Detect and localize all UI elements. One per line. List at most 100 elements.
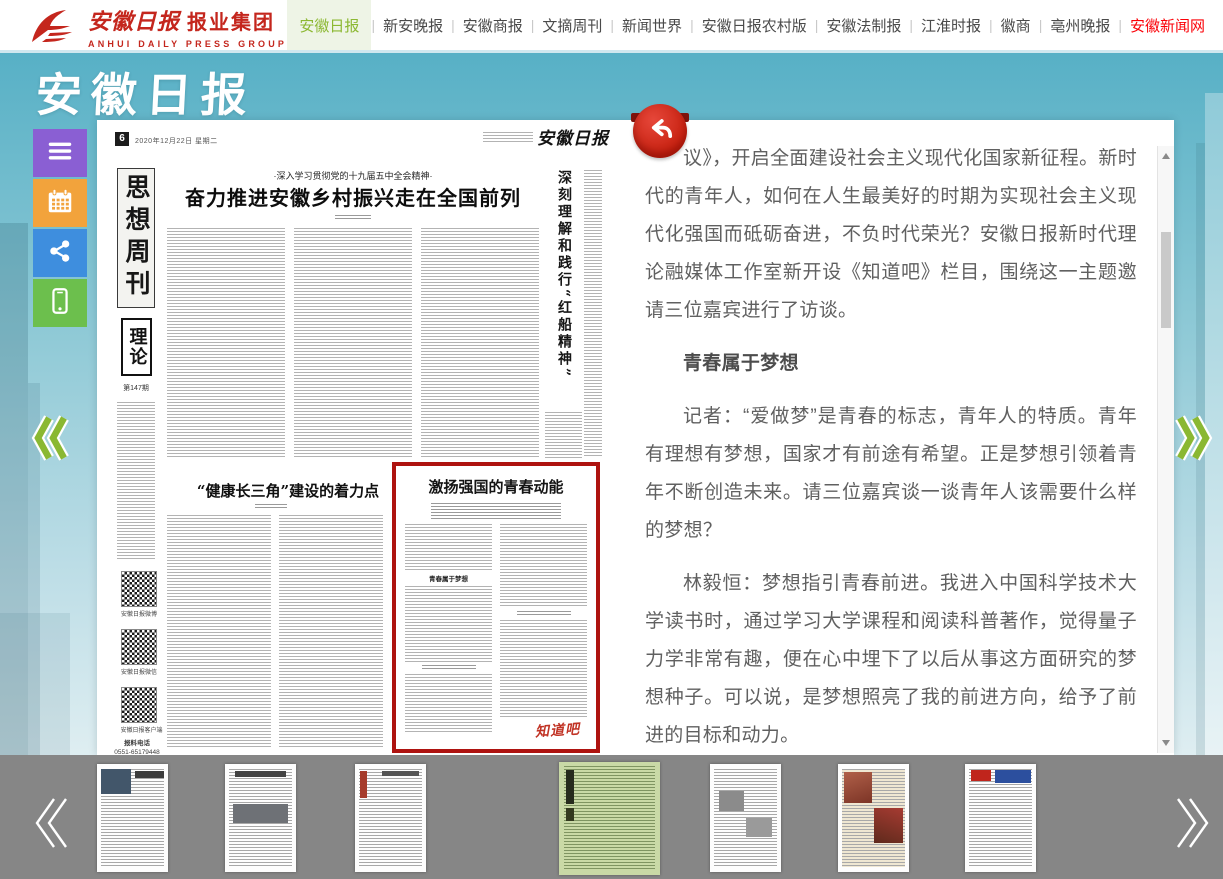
scroll-down-icon[interactable] — [1158, 735, 1174, 751]
thumbnail-page-preview — [842, 769, 905, 867]
prev-chevrons-icon — [32, 413, 68, 463]
article-scrollbar[interactable] — [1157, 146, 1174, 753]
qr-caption: 安徽日报微信 — [121, 666, 158, 675]
byline-block-2 — [255, 504, 287, 509]
calendar-icon — [45, 186, 75, 221]
qr-code-block: 安徽日报微信 — [119, 630, 159, 676]
page-thumbnail-2[interactable] — [225, 764, 296, 872]
sidebar-share-button[interactable] — [33, 229, 87, 277]
qr-code — [122, 572, 156, 606]
thumbnails-next-icon — [1172, 791, 1216, 855]
nav-item-5[interactable]: 新闻世界 — [614, 0, 690, 50]
back-button[interactable] — [631, 114, 689, 168]
nav-item-3[interactable]: 安徽商报 — [455, 0, 531, 50]
thumbnail-page-preview — [359, 769, 422, 867]
page-thumbnail-5[interactable] — [710, 764, 781, 872]
highlighted-article-box[interactable]: 激扬强国的青春动能 青春属于梦想 知 — [392, 462, 600, 753]
second-headline: “健康长三角”建设的着力点 — [167, 480, 409, 501]
qr-code — [122, 688, 156, 722]
page-thumbnail-6[interactable] — [838, 764, 909, 872]
thumbnails-prev-icon — [28, 791, 72, 855]
article-kicker: ·深入学习贯彻党的十九届五中全会精神· — [167, 169, 539, 182]
section-box-sixiang-zhoukan: 思想周刊 — [117, 168, 155, 308]
page-thumbnail-4-selected[interactable] — [559, 762, 660, 875]
qr-code — [122, 630, 156, 664]
sidebar-calendar-button[interactable] — [33, 179, 87, 227]
qr-caption: 安徽日报微博 — [121, 608, 158, 617]
nav-item-9[interactable]: 徽商 — [993, 0, 1039, 50]
nav-item-7[interactable]: 安徽法制报 — [818, 0, 909, 50]
article-subhead: 青春属于梦想 — [645, 345, 1137, 383]
nav-item-4[interactable]: 文摘周刊 — [534, 0, 610, 50]
nav-item-8[interactable]: 江淮时报 — [913, 0, 989, 50]
rail-text-block — [117, 402, 155, 560]
qr-caption: 安徽日报客户端 — [121, 724, 158, 733]
newspaper-page-image[interactable]: 6 2020年12月22日 星期二 安徽日报 思想周刊 理论 第147期 安徽日… — [97, 120, 620, 755]
page-thumbnail-7[interactable] — [965, 764, 1036, 872]
qr-code-block: 安徽日报客户端 — [119, 688, 159, 734]
article-columns-bottom — [167, 515, 383, 748]
nav-item-1[interactable]: 安徽日报 — [287, 0, 371, 50]
article-column-right-lower — [545, 412, 582, 458]
next-chevrons-icon — [1176, 413, 1212, 463]
issue-number: 第147期 — [113, 383, 159, 393]
nav-item-11[interactable]: 安徽新闻网 — [1122, 0, 1213, 50]
thumbnail-page-preview — [714, 769, 777, 867]
article-column-right — [584, 170, 602, 458]
article-columns-top — [167, 228, 539, 458]
newspaper-masthead: 安徽日报 — [537, 124, 609, 149]
reader-panel: 6 2020年12月22日 星期二 安徽日报 思想周刊 理论 第147期 安徽日… — [97, 120, 1174, 755]
main-headline: 奋力推进安徽乡村振兴走在全国前列 — [167, 182, 539, 211]
thumbnail-page-preview — [229, 769, 292, 867]
logo-name-en: ANHUI DAILY PRESS GROUP — [88, 39, 287, 49]
page-number-badge: 6 — [115, 132, 129, 146]
page-thumbnail-strip — [0, 755, 1223, 879]
page-thumbnail-1[interactable] — [97, 764, 168, 872]
nav-item-6[interactable]: 安徽日报农村版 — [694, 0, 815, 50]
article-paragraph: 记者：“爱做梦”是青春的标志，青年人的特质。青年有理想有梦想，国家才有前途有希望… — [645, 398, 1137, 550]
newspaper-nav: 安徽日报|新安晚报|安徽商报|文摘周刊|新闻世界|安徽日报农村版|安徽法制报|江… — [287, 0, 1213, 50]
top-header: 安徽日报 报业集团 ANHUI DAILY PRESS GROUP 安徽日报|新… — [0, 0, 1223, 53]
vertical-headline: 深刻理解和践行“红船精神” — [549, 170, 579, 400]
scroll-up-icon[interactable] — [1158, 148, 1174, 164]
background-building — [0, 613, 70, 755]
share-icon — [45, 236, 75, 271]
mobile-icon — [45, 286, 75, 321]
thumbnail-page-preview — [564, 766, 655, 871]
thumbnails-next-button[interactable] — [1172, 791, 1216, 855]
highlighted-article-byline — [431, 503, 561, 519]
thumbnail-page-preview — [101, 769, 164, 867]
previous-page-button[interactable] — [32, 413, 68, 463]
highlighted-article-columns: 青春属于梦想 — [405, 524, 587, 732]
scrollbar-thumb[interactable] — [1161, 232, 1171, 328]
nav-item-10[interactable]: 亳州晚报 — [1042, 0, 1118, 50]
logo-name-cn: 安徽日报 — [88, 4, 180, 36]
boxed-subhead: 青春属于梦想 — [405, 573, 492, 583]
article-paragraph: 议》，开启全面建设社会主义现代化国家新征程。新时代的青年人，如何在人生最美好的时… — [645, 140, 1137, 330]
reader-stage: 安徽日报 6 2020年12月22日 星期二 安徽日报 思想周刊 理论 第147… — [0, 53, 1223, 879]
page-thumbnail-3[interactable] — [355, 764, 426, 872]
thumbnail-page-preview — [969, 769, 1032, 867]
back-arrow-icon — [644, 113, 676, 145]
logo-swoosh-icon — [26, 6, 80, 48]
page-date: 2020年12月22日 星期二 — [135, 136, 218, 146]
article-paragraph: 林毅恒：梦想指引青春前进。我进入中国科学技术大学读书时，通过学习大学课程和阅读科… — [645, 565, 1137, 755]
highlighted-article-title: 激扬强国的青春动能 — [405, 476, 587, 497]
nav-item-2[interactable]: 新安晚报 — [375, 0, 451, 50]
column-box-lilun: 理论 — [121, 318, 152, 376]
sidebar-mobile-button[interactable] — [33, 279, 87, 327]
tool-sidebar — [33, 129, 87, 329]
qr-code-block: 安徽日报微博 — [119, 572, 159, 618]
thumbnails-prev-button[interactable] — [28, 791, 72, 855]
zhidaoba-seal: 知道吧 — [534, 718, 580, 741]
article-text-panel: 议》，开启全面建设社会主义现代化国家新征程。新时代的青年人，如何在人生最美好的时… — [645, 120, 1137, 755]
menu-icon — [45, 136, 75, 171]
epaper-masthead: 安徽日报 — [34, 59, 257, 125]
sidebar-menu-button[interactable] — [33, 129, 87, 177]
masthead-note — [483, 132, 533, 143]
byline-block — [335, 215, 371, 221]
press-group-logo[interactable]: 安徽日报 报业集团 ANHUI DAILY PRESS GROUP — [26, 4, 287, 49]
contact-line: 报料电话 — [109, 739, 165, 748]
next-page-button[interactable] — [1176, 413, 1212, 463]
logo-group-cn: 报业集团 — [187, 6, 275, 35]
